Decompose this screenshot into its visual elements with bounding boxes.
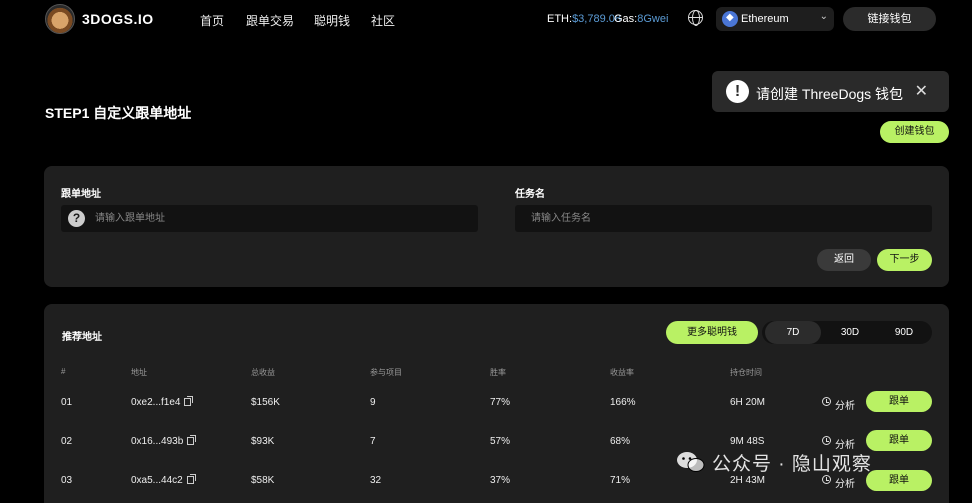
clock-icon[interactable] — [822, 436, 831, 445]
address-form-card: 跟单地址 ? 任务名 返回 下一步 — [44, 166, 949, 287]
row-roi: 71% — [610, 475, 631, 486]
time-range-toggle: 7D 30D 90D — [762, 321, 932, 344]
brand-name[interactable]: 3DOGS.IO — [82, 11, 154, 27]
row-win-rate: 57% — [490, 436, 511, 447]
next-step-button[interactable]: 下一步 — [877, 249, 932, 271]
range-7d-tab[interactable]: 7D — [765, 321, 821, 344]
clock-icon[interactable] — [822, 475, 831, 484]
page-title: STEP1 自定义跟单地址 — [45, 105, 192, 121]
row-profit: $58K — [251, 475, 275, 486]
toast-notification: ! 请创建 ThreeDogs 钱包 ✕ — [712, 71, 949, 112]
help-icon[interactable]: ? — [68, 210, 85, 227]
nav-smart-money[interactable]: 聪明钱 — [314, 12, 350, 29]
task-field-label: 任务名 — [515, 189, 545, 200]
network-select[interactable]: Ethereum ⌄ — [716, 7, 834, 31]
address-text: 0x16...493b — [131, 436, 184, 447]
column-header-roi: 收益率 — [610, 368, 634, 377]
more-smart-money-button[interactable]: 更多聪明钱 — [666, 321, 758, 344]
row-win-rate: 77% — [490, 397, 511, 408]
column-header-index: # — [61, 367, 66, 376]
follow-button[interactable]: 跟单 — [866, 470, 932, 491]
task-field[interactable] — [515, 205, 932, 232]
row-index: 01 — [61, 397, 73, 408]
ethereum-icon — [722, 11, 738, 27]
clock-icon[interactable] — [822, 397, 831, 406]
nav-home[interactable]: 首页 — [200, 12, 224, 29]
create-wallet-button[interactable]: 创建钱包 — [880, 121, 949, 143]
range-30d-tab[interactable]: 30D — [823, 321, 877, 344]
row-hold-time: 6H 20M — [730, 397, 766, 408]
gas-price-value: 8Gwei — [637, 13, 669, 25]
toast-message: 请创建 ThreeDogs 钱包 — [756, 86, 904, 102]
gas-price: Gas:8Gwei — [614, 13, 668, 25]
top-header: 3DOGS.IO 首页 跟单交易 聪明钱 社区 ETH:$3,789.08 Ga… — [0, 0, 972, 38]
row-index: 03 — [61, 475, 73, 486]
analyze-link[interactable]: 分析 — [835, 397, 855, 412]
range-90d-tab[interactable]: 90D — [879, 321, 929, 344]
copy-icon[interactable] — [184, 396, 194, 406]
address-text: 0xe2...f1e4 — [131, 397, 181, 408]
address-input[interactable] — [95, 205, 471, 232]
follow-button[interactable]: 跟单 — [866, 430, 932, 451]
eth-price-label: ETH: — [547, 13, 573, 25]
row-address: 0xe2...f1e4 — [131, 396, 194, 408]
copy-icon[interactable] — [187, 435, 197, 445]
gas-price-label: Gas: — [614, 13, 638, 25]
task-name-input[interactable] — [531, 205, 907, 232]
network-label: Ethereum — [741, 13, 789, 25]
column-header-win-rate: 胜率 — [490, 368, 506, 377]
row-address: 0x16...493b — [131, 435, 197, 447]
section-title: 推荐地址 — [62, 332, 102, 343]
alert-icon: ! — [726, 80, 749, 103]
watermark-text: 公众号 · 隐山观察 — [712, 454, 872, 475]
follow-button[interactable]: 跟单 — [866, 391, 932, 412]
row-index: 02 — [61, 436, 73, 447]
close-icon[interactable]: ✕ — [915, 81, 928, 101]
back-button[interactable]: 返回 — [817, 249, 871, 271]
row-projects: 7 — [370, 436, 376, 447]
row-win-rate: 37% — [490, 475, 511, 486]
row-hold-time: 2H 43M — [730, 475, 766, 486]
address-field-label: 跟单地址 — [61, 189, 101, 200]
language-globe-icon[interactable] — [688, 10, 703, 26]
eth-price: ETH:$3,789.08 — [547, 13, 621, 25]
row-projects: 9 — [370, 397, 376, 408]
column-header-hold-time: 持仓时间 — [730, 368, 762, 377]
row-address: 0xa5...44c2 — [131, 474, 196, 486]
row-hold-time: 9M 48S — [730, 436, 765, 447]
column-header-profit: 总收益 — [251, 368, 275, 377]
column-header-address: 地址 — [131, 368, 147, 377]
analyze-link[interactable]: 分析 — [835, 475, 855, 490]
chevron-down-icon: ⌄ — [819, 11, 828, 22]
row-roi: 166% — [610, 397, 636, 408]
row-profit: $156K — [251, 397, 280, 408]
copy-icon[interactable] — [186, 474, 196, 484]
address-field[interactable]: ? — [61, 205, 478, 232]
wechat-icon — [677, 452, 705, 472]
logo-icon[interactable] — [45, 4, 75, 34]
nav-community[interactable]: 社区 — [371, 12, 395, 29]
nav-copy-trading[interactable]: 跟单交易 — [246, 12, 294, 29]
row-projects: 32 — [370, 475, 382, 486]
connect-wallet-button[interactable]: 链接钱包 — [843, 7, 936, 31]
row-roi: 68% — [610, 436, 631, 447]
row-profit: $93K — [251, 436, 275, 447]
address-text: 0xa5...44c2 — [131, 475, 183, 486]
column-header-projects: 参与项目 — [370, 368, 402, 377]
